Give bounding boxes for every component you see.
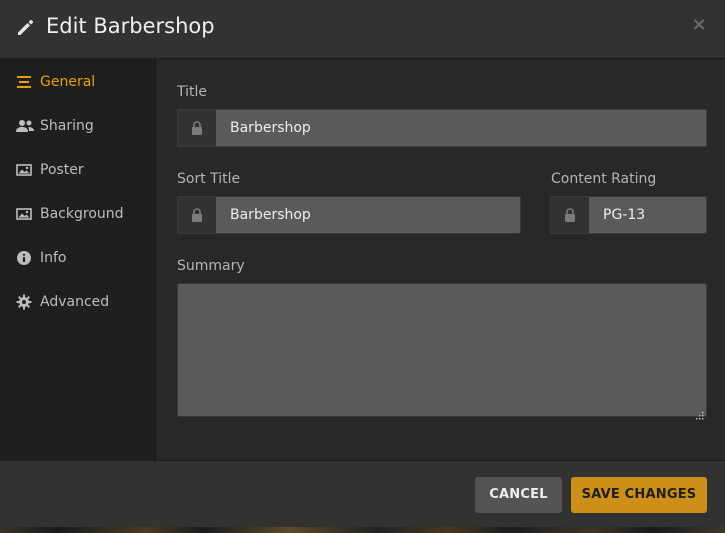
sidebar-item-label: General [40,74,96,90]
background-artwork [0,527,725,533]
sidebar-item-label: Poster [40,162,84,178]
summary-textarea[interactable] [177,283,707,420]
sidebar-item-general[interactable]: General [0,62,156,102]
content-rating-label: Content Rating [551,171,657,187]
people-icon [16,118,34,134]
sidebar-item-label: Advanced [40,294,110,310]
content-rating-field[interactable]: PG-13 [550,196,707,234]
info-icon [16,250,32,266]
sort-title-field[interactable]: Barbershop [177,196,521,234]
general-form: Title Barbershop Sort Title Barbershop C… [157,59,725,460]
sort-title-label: Sort Title [177,171,241,187]
summary-label: Summary [177,258,245,274]
gear-icon [16,294,32,310]
sidebar-item-advanced[interactable]: Advanced [0,282,156,322]
lock-icon[interactable] [551,197,589,233]
title-value: Barbershop [230,120,311,136]
general-icon [16,74,32,90]
edit-dialog: Edit Barbershop × General Sharing Poster… [0,0,725,533]
lock-icon[interactable] [178,197,216,233]
sidebar: General Sharing Poster Background Info A… [0,59,156,460]
content-rating-value: PG-13 [603,207,646,223]
sidebar-item-label: Sharing [40,118,94,134]
pencil-icon [16,17,36,37]
sidebar-item-label: Info [40,250,67,266]
sidebar-item-poster[interactable]: Poster [0,150,156,190]
sidebar-item-label: Background [40,206,124,222]
sidebar-item-info[interactable]: Info [0,238,156,278]
resize-grip-icon[interactable] [695,405,704,420]
sort-title-value: Barbershop [230,207,311,223]
image-icon [16,206,32,222]
dialog-header: Edit Barbershop × [0,0,725,59]
dialog-title: Edit Barbershop [46,14,215,38]
title-label: Title [177,84,208,100]
dialog-footer: CANCEL SAVE CHANGES [0,460,725,527]
cancel-button[interactable]: CANCEL [475,477,562,513]
close-icon[interactable]: × [688,14,710,36]
sidebar-item-background[interactable]: Background [0,194,156,234]
title-field[interactable]: Barbershop [177,109,707,147]
lock-icon[interactable] [178,110,216,146]
sidebar-item-sharing[interactable]: Sharing [0,106,156,146]
save-changes-button[interactable]: SAVE CHANGES [571,477,707,513]
image-icon [16,162,32,178]
